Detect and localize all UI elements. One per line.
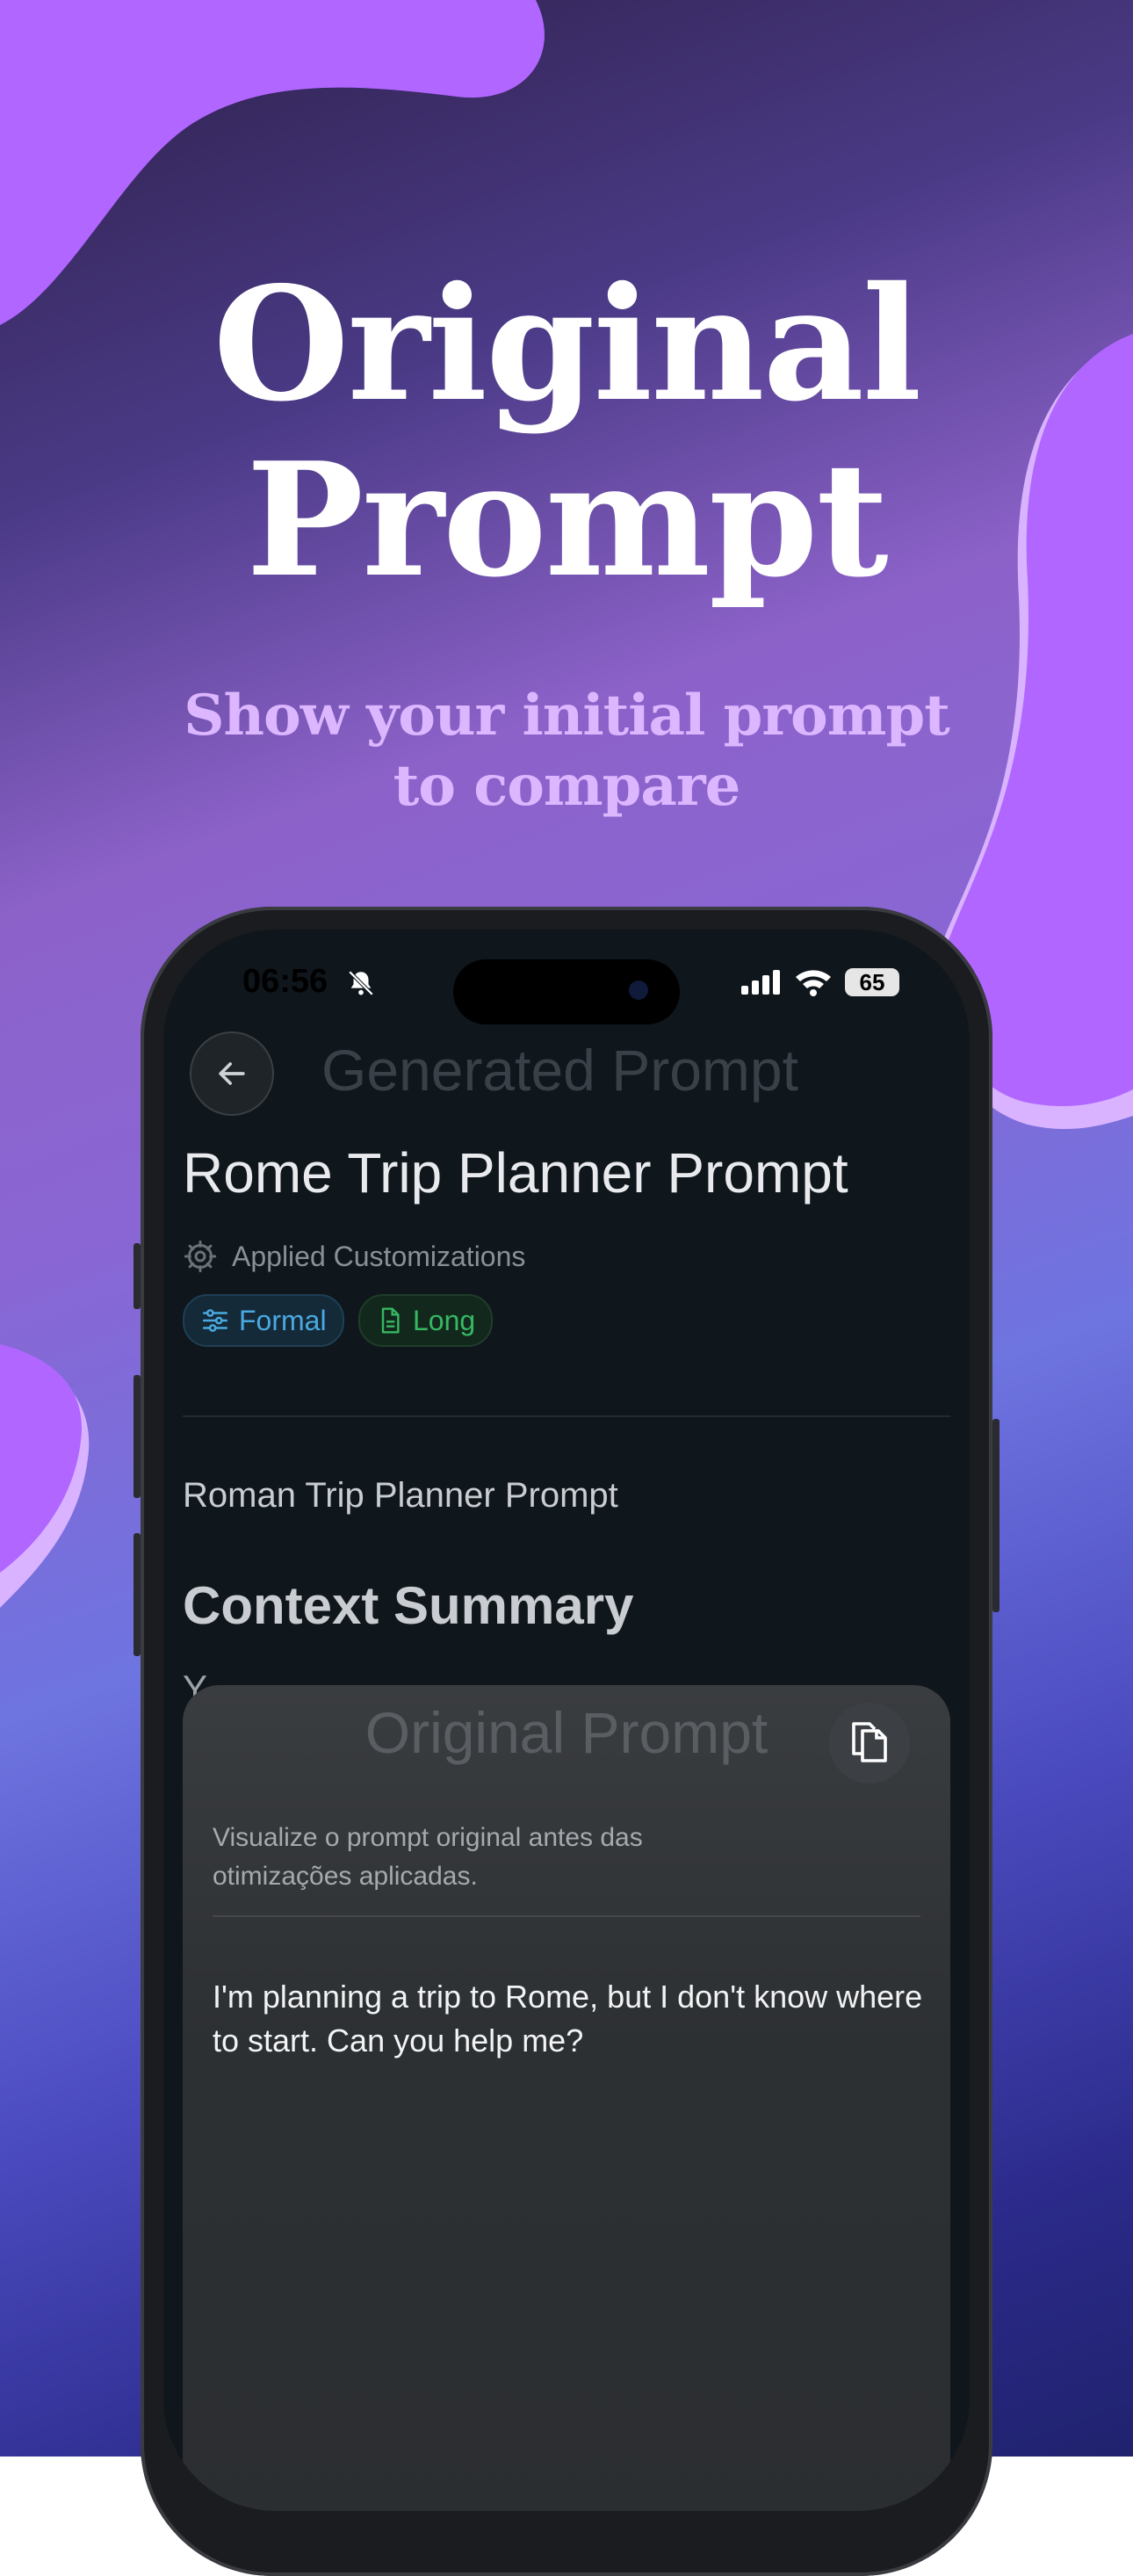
applied-customizations: Applied Customizations <box>183 1239 525 1274</box>
bell-off-icon <box>348 970 374 996</box>
prompt-title: Rome Trip Planner Prompt <box>183 1141 848 1205</box>
subheadline: Show your initial prompt to compare <box>184 683 950 819</box>
divider <box>183 1415 950 1417</box>
phone-side-button <box>134 1243 141 1309</box>
cellular-signal-icon <box>741 970 780 995</box>
headline-line1: Original <box>213 252 922 436</box>
nav-title: Generated Prompt <box>321 1038 798 1103</box>
wifi-icon <box>796 970 831 996</box>
headline-line2: Prompt <box>246 428 888 611</box>
content-heading: Roman Trip Planner Prompt <box>183 1476 618 1515</box>
copy-icon <box>852 1722 887 1762</box>
blob-left <box>0 1344 90 1608</box>
status-time: 06:56 <box>242 963 328 1000</box>
phone-power-button <box>992 1419 999 1612</box>
front-camera <box>629 980 648 1000</box>
context-summary-heading: Context Summary <box>183 1576 634 1635</box>
chip-formal-label: Formal <box>239 1304 327 1336</box>
chip-formal[interactable]: Formal <box>183 1294 344 1347</box>
sheet-description: Visualize o prompt original antes das ot… <box>213 1823 643 1891</box>
chip-long[interactable]: Long <box>358 1294 494 1347</box>
settings-icon <box>184 1240 217 1273</box>
original-prompt-sheet: Original Prompt Visualize o prompt origi… <box>183 1685 950 2511</box>
back-button[interactable] <box>190 1031 274 1116</box>
copy-button[interactable] <box>829 1703 910 1784</box>
phone-volume-up <box>134 1375 141 1498</box>
sheet-divider <box>213 1915 920 1917</box>
headline: Original Prompt <box>0 257 1133 608</box>
battery-indicator: 65 <box>845 968 899 996</box>
phone-volume-down <box>134 1533 141 1656</box>
chip-long-label: Long <box>413 1304 476 1336</box>
sliders-icon <box>202 1309 228 1332</box>
applied-customizations-label: Applied Customizations <box>232 1240 526 1272</box>
phone-screen: 06:56 65 Generated Prompt Rome Trip Plan… <box>163 930 970 2511</box>
document-icon <box>381 1307 400 1334</box>
arrow-left-icon <box>219 1062 245 1085</box>
original-prompt-text: I'm planning a trip to Rome, but I don't… <box>213 1979 923 2059</box>
